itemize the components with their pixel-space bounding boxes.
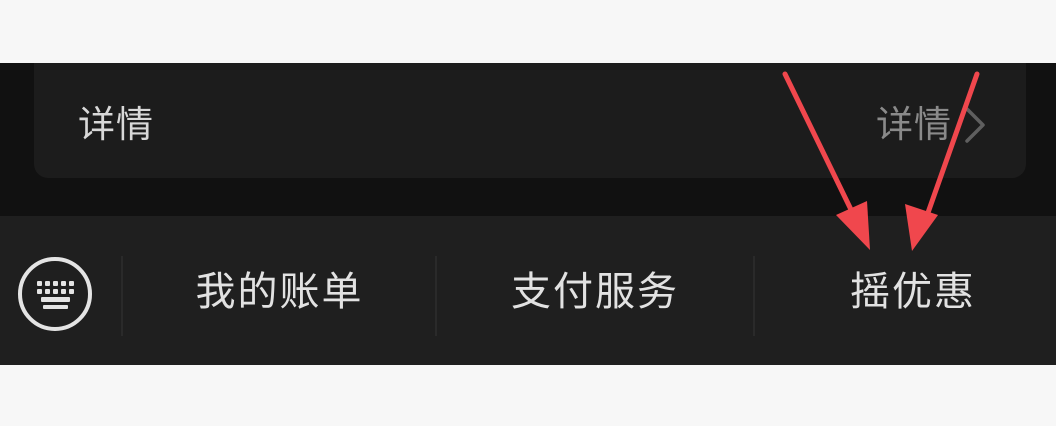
screenshot: 详情 详情 我的账单 支付服务 摇优惠 — [0, 0, 1056, 426]
chevron-right-icon — [965, 107, 985, 143]
details-label: 详情 — [78, 103, 154, 146]
details-card: 详情 详情 — [34, 63, 1026, 178]
tab-payment-services[interactable]: 支付服务 — [437, 264, 753, 320]
keyboard-icon — [37, 281, 74, 309]
details-link[interactable]: 详情 — [876, 101, 988, 149]
tab-shake-discount[interactable]: 摇优惠 — [755, 264, 1056, 320]
bottom-menu-bar: 我的账单 支付服务 摇优惠 — [0, 216, 1056, 365]
details-link-text: 详情 — [876, 103, 952, 146]
tab-my-bills[interactable]: 我的账单 — [123, 264, 436, 320]
keyboard-toggle-button[interactable] — [18, 257, 92, 331]
